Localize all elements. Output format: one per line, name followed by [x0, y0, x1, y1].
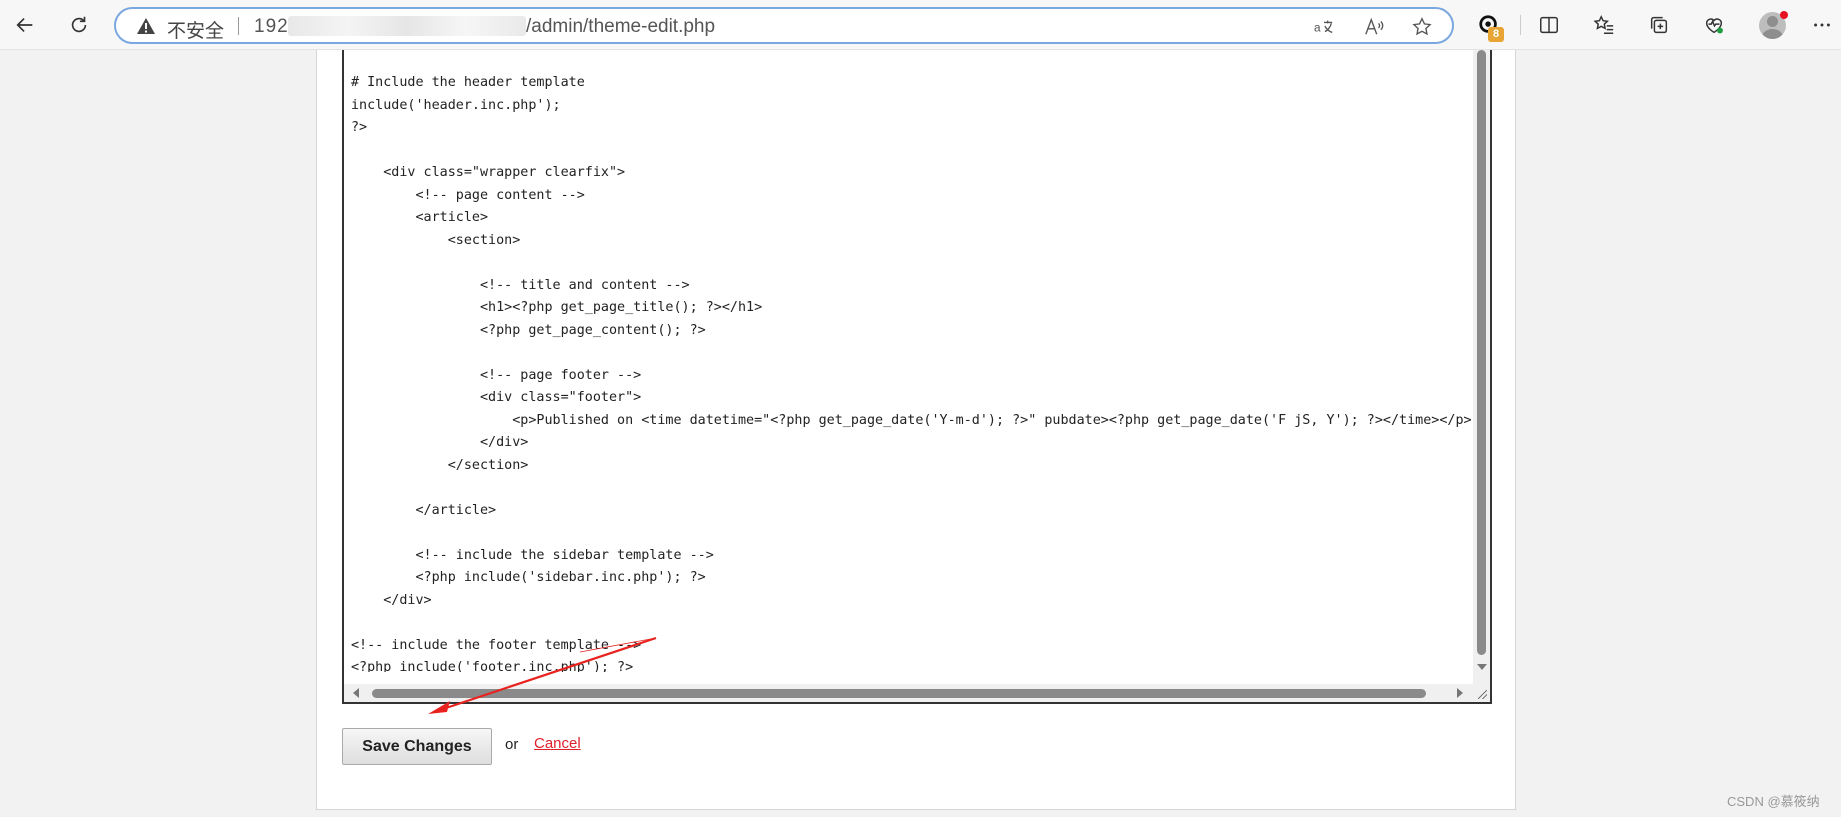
scroll-left-arrow-icon[interactable]: [353, 688, 359, 698]
read-aloud-icon[interactable]: [1362, 16, 1386, 38]
collections-icon[interactable]: [1642, 8, 1676, 42]
split-screen-icon[interactable]: [1532, 8, 1566, 42]
browser-toolbar: 不安全 192. /admin/theme-edit.php a 8: [0, 0, 1841, 50]
cancel-link[interactable]: Cancel: [534, 735, 581, 752]
svg-text:a: a: [1314, 21, 1321, 35]
browser-essentials-icon[interactable]: [1697, 8, 1731, 42]
vertical-scroll-thumb[interactable]: [1477, 50, 1486, 655]
url-redacted: [288, 16, 526, 36]
code-textarea[interactable]: # Include the header template include('h…: [351, 72, 1477, 672]
url-path: /admin/theme-edit.php: [526, 16, 716, 37]
extension-badge: 8: [1488, 27, 1504, 42]
more-menu-icon[interactable]: [1805, 8, 1839, 42]
security-label[interactable]: 不安全: [167, 16, 224, 43]
warning-icon: [137, 18, 155, 34]
or-text: or: [505, 736, 519, 753]
annotation-arrow-icon: [428, 636, 657, 714]
resize-grip-icon[interactable]: [1473, 684, 1490, 702]
save-changes-button[interactable]: Save Changes: [342, 728, 492, 765]
favorite-star-icon[interactable]: [1410, 16, 1434, 38]
favorites-icon[interactable]: [1587, 8, 1621, 42]
refresh-icon[interactable]: [62, 8, 96, 42]
address-bar[interactable]: 不安全 192. /admin/theme-edit.php a: [114, 7, 1454, 44]
vertical-scrollbar[interactable]: [1473, 50, 1490, 684]
scroll-right-arrow-icon[interactable]: [1457, 688, 1463, 698]
notification-dot: [1780, 11, 1788, 19]
watermark: CSDN @慕筱纳: [1727, 794, 1820, 809]
theme-code-editor[interactable]: # Include the header template include('h…: [342, 50, 1492, 704]
scroll-down-arrow-icon[interactable]: [1477, 664, 1487, 670]
translate-icon[interactable]: a: [1312, 16, 1336, 38]
address-separator: [238, 17, 239, 35]
back-icon[interactable]: [8, 8, 42, 42]
toolbar-divider: [1520, 15, 1521, 35]
